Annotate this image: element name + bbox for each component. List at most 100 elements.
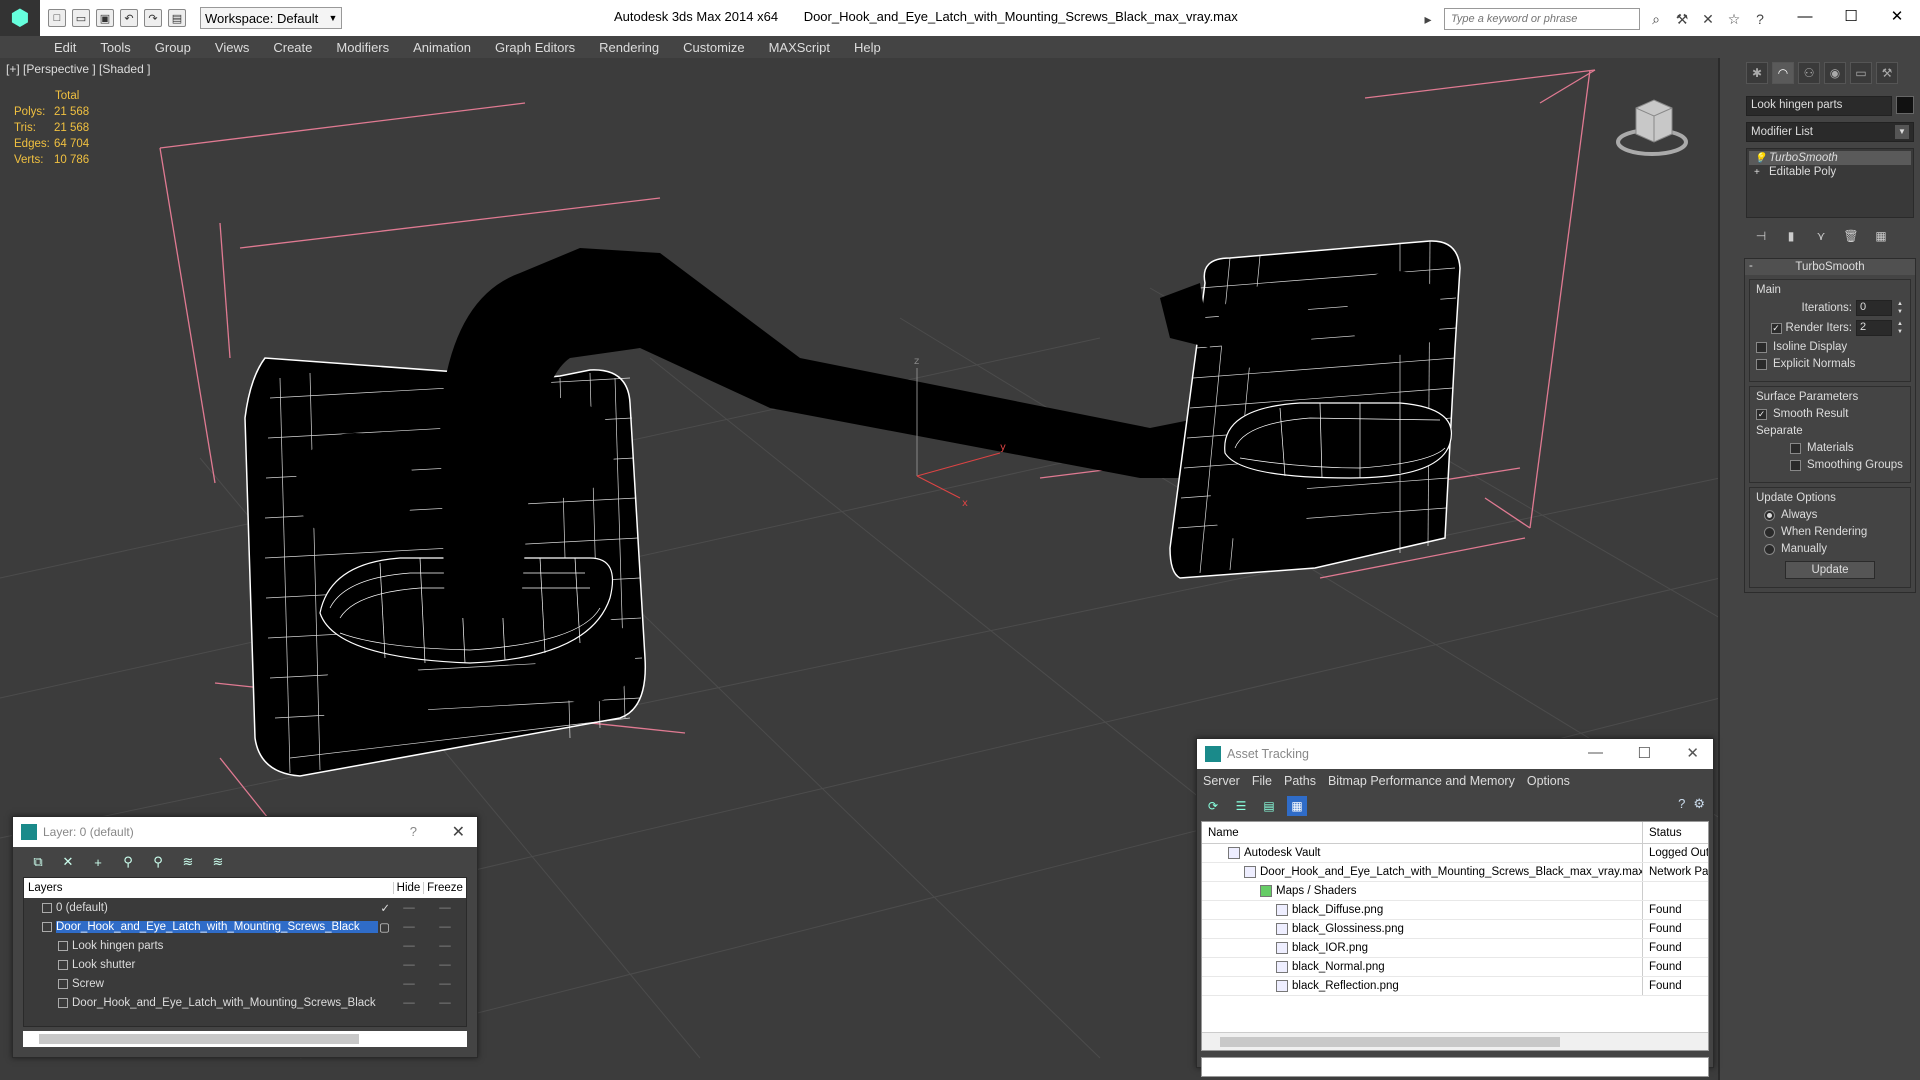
open-file-icon[interactable]: ▭	[72, 9, 90, 27]
menu-animation[interactable]: Animation	[413, 40, 471, 55]
communication-icon[interactable]: ✕	[1698, 9, 1718, 29]
horizontal-scrollbar[interactable]	[23, 1031, 467, 1047]
table-view-icon[interactable]: ▦	[1287, 796, 1307, 816]
hierarchy-tab-icon[interactable]: ⚇	[1798, 62, 1820, 84]
help-icon[interactable]: ?	[1678, 796, 1685, 812]
menu-modifiers[interactable]: Modifiers	[336, 40, 389, 55]
hide-toggle[interactable]: —	[394, 997, 424, 1009]
settings-icon[interactable]: ⚙	[1693, 796, 1705, 812]
delete-layer-icon[interactable]: ✕	[59, 853, 77, 871]
hide-toggle[interactable]: —	[394, 921, 424, 933]
stack-item-turbosmooth[interactable]: 💡 TurboSmooth	[1749, 151, 1911, 165]
redo-icon[interactable]: ↷	[144, 9, 162, 27]
viewcube-icon[interactable]	[1614, 86, 1688, 160]
menu-paths[interactable]: Paths	[1284, 774, 1316, 788]
layer-object-row[interactable]: Screw — —	[24, 974, 466, 993]
display-tab-icon[interactable]: ▭	[1850, 62, 1872, 84]
menu-group[interactable]: Group	[155, 40, 191, 55]
freeze-all-layers-icon[interactable]: ≋	[209, 853, 227, 871]
update-button[interactable]: Update	[1785, 561, 1875, 579]
asset-row[interactable]: Maps / Shaders	[1202, 882, 1708, 901]
asset-row[interactable]: black_Glossiness.png Found	[1202, 920, 1708, 939]
menu-create[interactable]: Create	[273, 40, 312, 55]
menu-help[interactable]: Help	[854, 40, 881, 55]
isoline-display-checkbox[interactable]: Isoline Display	[1756, 341, 1904, 353]
asset-row[interactable]: Door_Hook_and_Eye_Latch_with_Mounting_Sc…	[1202, 863, 1708, 882]
scrollbar-thumb[interactable]	[39, 1034, 359, 1044]
rollout-header[interactable]: - TurboSmooth	[1745, 259, 1915, 275]
save-file-icon[interactable]: ▣	[96, 9, 114, 27]
layer-object-row[interactable]: Look hingen parts — —	[24, 936, 466, 955]
hide-all-layers-icon[interactable]: ≋	[179, 853, 197, 871]
close-icon[interactable]: ✕	[452, 822, 465, 842]
smooth-result-checkbox[interactable]: ✓ Smooth Result	[1756, 408, 1904, 420]
layer-row[interactable]: 0 (default) ✓ — —	[24, 898, 466, 917]
hide-toggle[interactable]: —	[394, 902, 424, 914]
help-icon[interactable]: ?	[1750, 9, 1770, 29]
render-iters-spinner[interactable]: 2	[1856, 320, 1892, 336]
spinner-arrows-icon[interactable]: ▲ ▼	[1896, 300, 1904, 316]
favorites-star-icon[interactable]: ☆	[1724, 9, 1744, 29]
pin-stack-icon[interactable]: ⊣	[1752, 228, 1770, 244]
freeze-toggle[interactable]: —	[424, 940, 466, 952]
asset-row[interactable]: black_Diffuse.png Found	[1202, 901, 1708, 920]
object-color-swatch[interactable]	[1896, 96, 1914, 114]
status-column-header[interactable]: Status	[1643, 827, 1708, 839]
freeze-column-header[interactable]: Freeze	[424, 882, 466, 894]
menu-bitmap-performance[interactable]: Bitmap Performance and Memory	[1328, 774, 1515, 788]
utilities-tab-icon[interactable]: ⚒	[1876, 62, 1898, 84]
close-button[interactable]: ✕	[1874, 0, 1920, 32]
separate-smoothing-groups-checkbox[interactable]: Smoothing Groups	[1756, 459, 1904, 471]
highlight-layer-icon[interactable]: ⚲	[149, 853, 167, 871]
explicit-normals-checkbox[interactable]: Explicit Normals	[1756, 358, 1904, 370]
stack-item-editable-poly[interactable]: + Editable Poly	[1749, 165, 1911, 179]
menu-file[interactable]: File	[1252, 774, 1272, 788]
remove-modifier-icon[interactable]: 🗑	[1842, 228, 1860, 244]
update-always-radio[interactable]: Always	[1756, 509, 1904, 521]
add-to-layer-icon[interactable]: +	[89, 853, 107, 871]
minimize-button[interactable]: —	[1782, 0, 1828, 32]
asset-row[interactable]: Autodesk Vault Logged Out	[1202, 844, 1708, 863]
update-manually-radio[interactable]: Manually	[1756, 543, 1904, 555]
spinner-arrows-icon[interactable]: ▲ ▼	[1896, 320, 1904, 336]
object-name-field[interactable]: Look hingen parts	[1746, 96, 1892, 116]
modify-tab-icon[interactable]: ◠	[1772, 62, 1794, 84]
minimize-button[interactable]: —	[1588, 744, 1603, 761]
freeze-toggle[interactable]: —	[424, 978, 466, 990]
expand-plus-icon[interactable]: +	[1754, 167, 1760, 178]
layer-row[interactable]: Door_Hook_and_Eye_Latch_with_Mounting_Sc…	[24, 917, 466, 936]
close-icon[interactable]: ✕	[1686, 744, 1699, 762]
menu-views[interactable]: Views	[215, 40, 249, 55]
freeze-toggle[interactable]: —	[424, 959, 466, 971]
layer-dialog-titlebar[interactable]: Layer: 0 (default) ? ✕	[13, 817, 477, 847]
horizontal-scrollbar[interactable]	[1202, 1032, 1708, 1050]
undo-icon[interactable]: ↶	[120, 9, 138, 27]
menu-maxscript[interactable]: MAXScript	[769, 40, 830, 55]
select-objects-icon[interactable]: ⚲	[119, 853, 137, 871]
help-button[interactable]: ?	[410, 824, 417, 839]
menu-tools[interactable]: Tools	[100, 40, 130, 55]
create-tab-icon[interactable]: ✱	[1746, 62, 1768, 84]
thumbnail-view-icon[interactable]: ▤	[1259, 796, 1279, 816]
asset-dialog-titlebar[interactable]: Asset Tracking — ☐ ✕	[1197, 739, 1713, 769]
modifier-list-dropdown[interactable]: Modifier List ▼	[1746, 122, 1914, 142]
layers-column-header[interactable]: Layers	[24, 882, 394, 894]
project-folder-icon[interactable]: ▤	[168, 9, 186, 27]
asset-row[interactable]: black_Normal.png Found	[1202, 958, 1708, 977]
freeze-toggle[interactable]: —	[424, 902, 466, 914]
maximize-button[interactable]: ☐	[1828, 0, 1874, 32]
update-when-rendering-radio[interactable]: When Rendering	[1756, 526, 1904, 538]
hide-toggle[interactable]: —	[394, 959, 424, 971]
eye-mounting-plate[interactable]	[1160, 240, 1461, 579]
new-file-icon[interactable]: □	[48, 9, 66, 27]
asset-row[interactable]: black_IOR.png Found	[1202, 939, 1708, 958]
binoculars-icon[interactable]: ⌕	[1646, 9, 1666, 29]
menu-options[interactable]: Options	[1527, 774, 1570, 788]
asset-path-field[interactable]	[1201, 1057, 1709, 1077]
iterations-spinner[interactable]: 0	[1856, 300, 1892, 316]
layer-object-row[interactable]: Door_Hook_and_Eye_Latch_with_Mounting_Sc…	[24, 993, 466, 1012]
menu-graph-editors[interactable]: Graph Editors	[495, 40, 575, 55]
workspace-dropdown[interactable]: Workspace: Default ▼	[200, 7, 342, 29]
menu-customize[interactable]: Customize	[683, 40, 744, 55]
freeze-toggle[interactable]: —	[424, 997, 466, 1009]
